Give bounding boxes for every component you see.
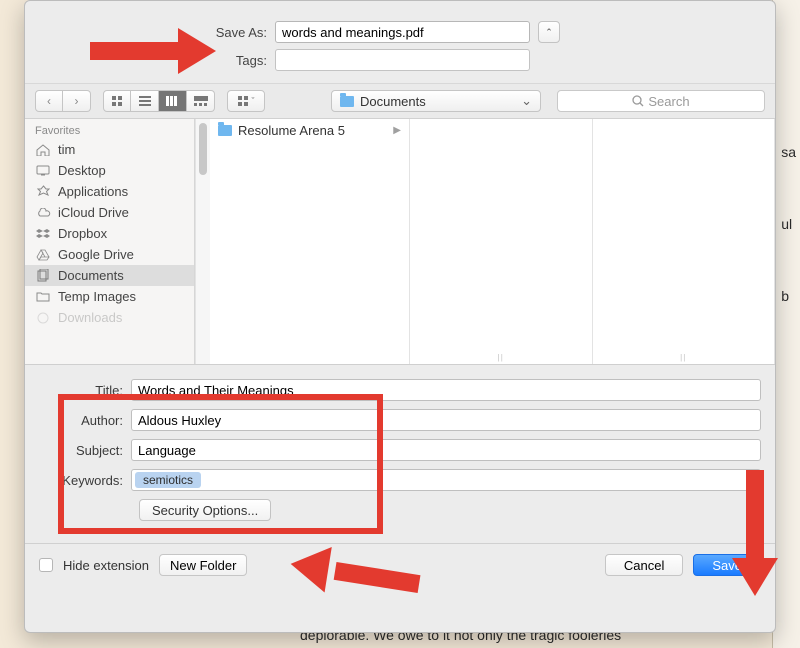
- folder-icon: [35, 290, 51, 304]
- tags-input[interactable]: [275, 49, 530, 71]
- sidebar-item-label: Temp Images: [58, 289, 136, 304]
- gallery-icon: [194, 96, 208, 106]
- hide-extension-checkbox[interactable]: [39, 558, 53, 572]
- metadata-section: Title: Author: Subject: Keywords: semiot…: [25, 365, 775, 529]
- disclosure-triangle-icon: ▶: [393, 125, 401, 136]
- security-options-button[interactable]: Security Options...: [139, 499, 271, 521]
- group-icon: [238, 96, 250, 106]
- collapse-toggle[interactable]: ⌃: [538, 21, 560, 43]
- dialog-footer: Hide extension New Folder Cancel Save: [25, 544, 775, 586]
- folder-name: Resolume Arena 5: [238, 123, 345, 138]
- column-resize-handle[interactable]: ||: [680, 353, 686, 362]
- folder-icon: [340, 96, 354, 107]
- keywords-label: Keywords:: [39, 473, 131, 488]
- save-dialog: Save As: ⌃ Tags: ‹ ›: [24, 0, 776, 633]
- background-text-fragment: saulb: [781, 140, 796, 308]
- chevron-right-icon: ›: [75, 94, 79, 108]
- save-button[interactable]: Save: [693, 554, 761, 576]
- view-list-button[interactable]: [131, 90, 159, 112]
- view-columns-button[interactable]: [159, 90, 187, 112]
- columns-icon: [166, 96, 180, 106]
- save-as-label: Save As:: [45, 25, 275, 40]
- downloads-icon: [35, 311, 51, 325]
- chevron-up-icon: ⌃: [545, 27, 553, 38]
- home-icon: [35, 143, 51, 157]
- sidebar-item-label: Applications: [58, 184, 128, 199]
- sidebar: Favorites tim Desktop Applications iClou…: [25, 119, 195, 364]
- search-field[interactable]: Search: [557, 90, 765, 112]
- title-label: Title:: [39, 383, 131, 398]
- sidebar-item-temp-images[interactable]: Temp Images: [25, 286, 194, 307]
- sidebar-item-desktop[interactable]: Desktop: [25, 160, 194, 181]
- documents-icon: [35, 269, 51, 283]
- search-placeholder: Search: [648, 94, 689, 109]
- column-3[interactable]: ||: [593, 119, 776, 364]
- subject-label: Subject:: [39, 443, 131, 458]
- sidebar-item-gdrive[interactable]: Google Drive: [25, 244, 194, 265]
- author-label: Author:: [39, 413, 131, 428]
- sidebar-header: Favorites: [25, 119, 194, 139]
- sidebar-item-label: Documents: [58, 268, 124, 283]
- background-document: [772, 0, 800, 648]
- sidebar-item-label: Dropbox: [58, 226, 107, 241]
- sidebar-item-label: iCloud Drive: [58, 205, 129, 220]
- sidebar-item-applications[interactable]: Applications: [25, 181, 194, 202]
- google-drive-icon: [35, 248, 51, 262]
- view-icons-button[interactable]: [103, 90, 131, 112]
- cancel-button[interactable]: Cancel: [605, 554, 683, 576]
- nav-forward-button[interactable]: ›: [63, 90, 91, 112]
- scrollbar-thumb[interactable]: [199, 123, 207, 175]
- view-gallery-button[interactable]: [187, 90, 215, 112]
- sidebar-scrollbar[interactable]: [195, 119, 210, 364]
- tags-label: Tags:: [45, 53, 275, 68]
- subject-input[interactable]: [131, 439, 761, 461]
- sidebar-item-downloads[interactable]: Downloads: [25, 307, 194, 328]
- search-icon: [632, 95, 644, 107]
- file-browser: Favorites tim Desktop Applications iClou…: [25, 119, 775, 365]
- folder-item[interactable]: Resolume Arena 5 ▶: [210, 119, 409, 142]
- sidebar-item-icloud[interactable]: iCloud Drive: [25, 202, 194, 223]
- sidebar-item-dropbox[interactable]: Dropbox: [25, 223, 194, 244]
- finder-toolbar: ‹ › ˇ Documents ⌄: [25, 83, 775, 119]
- sidebar-item-label: tim: [58, 142, 75, 157]
- sidebar-item-label: Desktop: [58, 163, 106, 178]
- chevron-left-icon: ‹: [47, 94, 51, 108]
- save-as-input[interactable]: [275, 21, 530, 43]
- applications-icon: [35, 185, 51, 199]
- cloud-icon: [35, 206, 51, 220]
- group-by-button[interactable]: ˇ: [227, 90, 265, 112]
- sidebar-item-label: Downloads: [58, 310, 122, 325]
- icon-grid-icon: [112, 96, 123, 107]
- sidebar-item-documents[interactable]: Documents: [25, 265, 194, 286]
- keywords-input[interactable]: semiotics: [131, 469, 761, 491]
- author-input[interactable]: [131, 409, 761, 431]
- location-popup[interactable]: Documents ⌄: [331, 90, 541, 112]
- column-1[interactable]: Resolume Arena 5 ▶: [210, 119, 410, 364]
- keyword-token[interactable]: semiotics: [135, 472, 201, 488]
- sidebar-item-tim[interactable]: tim: [25, 139, 194, 160]
- new-folder-button[interactable]: New Folder: [159, 554, 247, 576]
- location-name: Documents: [360, 94, 426, 109]
- folder-icon: [218, 125, 232, 136]
- hide-extension-label: Hide extension: [63, 558, 149, 573]
- popup-arrows-icon: ⌄: [521, 93, 532, 109]
- desktop-icon: [35, 164, 51, 178]
- chevron-down-icon: ˇ: [252, 96, 255, 106]
- column-resize-handle[interactable]: ||: [498, 353, 504, 362]
- title-input[interactable]: [131, 379, 761, 401]
- nav-back-button[interactable]: ‹: [35, 90, 63, 112]
- list-icon: [139, 96, 151, 106]
- column-2[interactable]: ||: [410, 119, 593, 364]
- sidebar-item-label: Google Drive: [58, 247, 134, 262]
- dropbox-icon: [35, 227, 51, 241]
